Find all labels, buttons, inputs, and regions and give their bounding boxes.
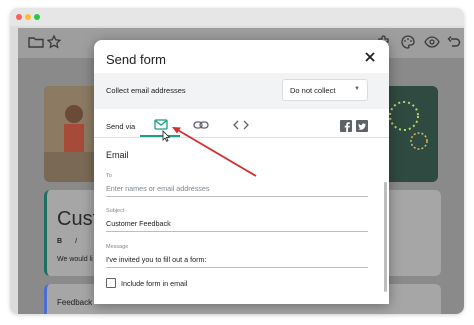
annotation-overlay: [162, 127, 257, 177]
cursor-hand-icon: [162, 130, 171, 142]
arrow-annotation-icon: [172, 127, 257, 177]
